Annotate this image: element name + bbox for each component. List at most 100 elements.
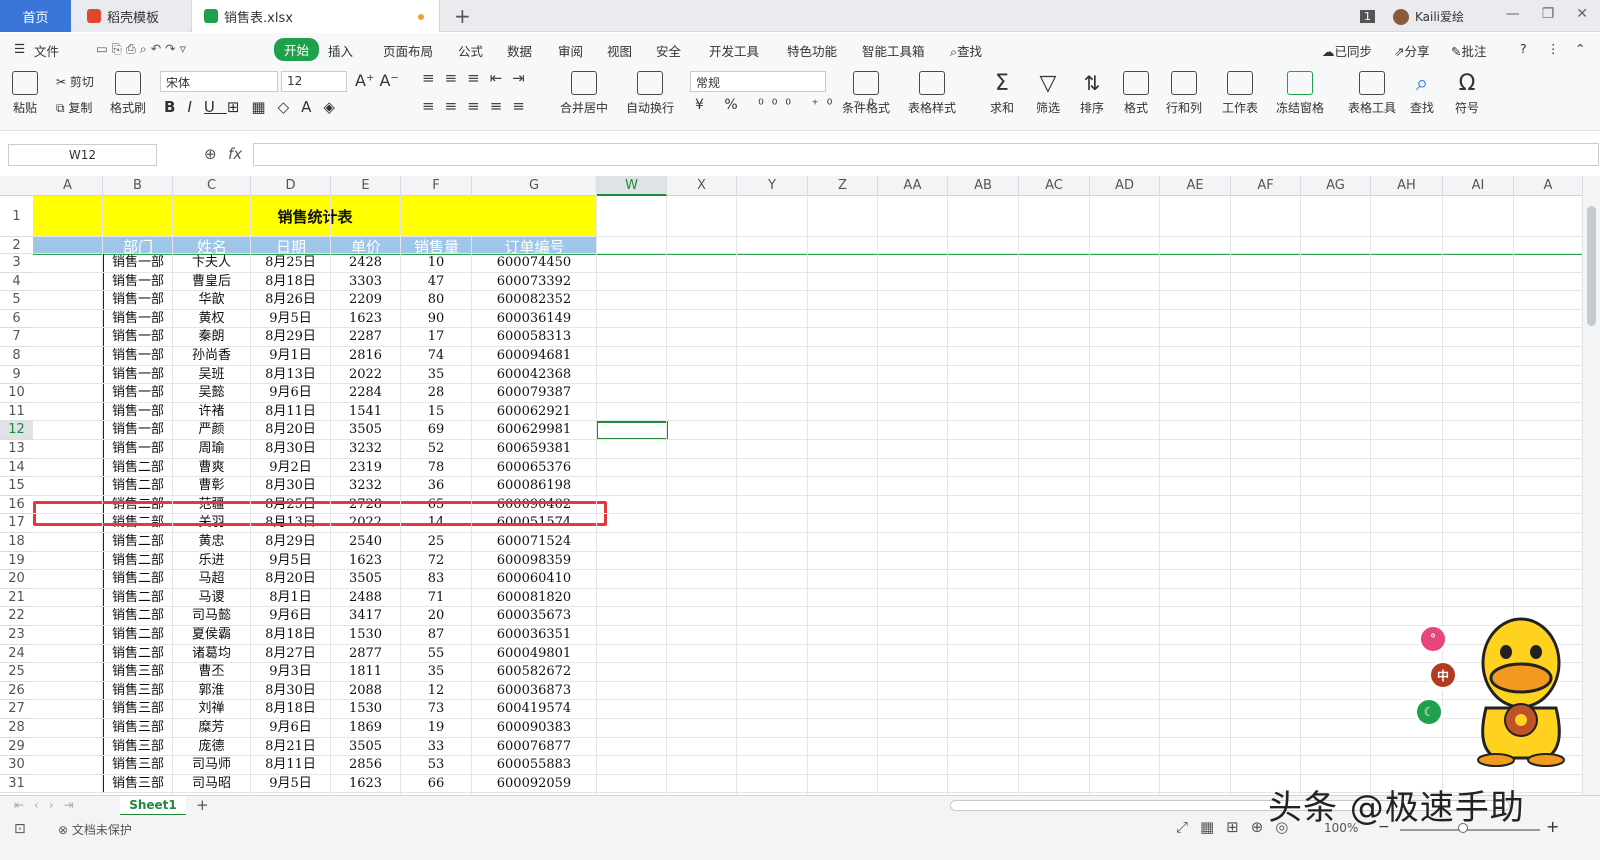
table-cell[interactable]: 8月18日 (251, 626, 331, 645)
filter-button[interactable]: ▽ 筛选 (1036, 71, 1060, 116)
row-header[interactable]: 6 (0, 310, 33, 329)
table-cell[interactable]: 9月1日 (251, 347, 331, 366)
font-size-select[interactable]: 12 (281, 71, 347, 92)
table-cell[interactable]: 1530 (331, 700, 401, 719)
column-header[interactable]: D (251, 176, 331, 196)
table-cell[interactable]: 80 (401, 291, 472, 310)
column-header[interactable]: Z (808, 176, 878, 196)
protect-status[interactable]: ⊗ 文档未保护 (58, 821, 132, 838)
close-icon[interactable]: ✕ (1576, 6, 1588, 22)
table-cell[interactable]: 600082352 (472, 291, 597, 310)
table-cell[interactable]: 乐进 (173, 551, 251, 571)
table-cell[interactable]: 郭淮 (173, 681, 251, 701)
zoom-slider[interactable] (1400, 829, 1540, 831)
table-cell[interactable]: 严颜 (173, 421, 251, 440)
table-cell[interactable]: 销售二部 (103, 570, 173, 589)
table-cell[interactable]: 销售一部 (103, 291, 173, 310)
table-cell[interactable]: 3505 (331, 421, 401, 440)
vertical-scroll-thumb[interactable] (1587, 206, 1596, 326)
table-cell[interactable]: 2428 (331, 254, 401, 273)
column-header[interactable]: AC (1019, 176, 1090, 196)
table-cell[interactable]: 销售二部 (103, 477, 173, 496)
table-cell[interactable]: 66 (401, 774, 472, 794)
name-box[interactable]: W12 (8, 144, 157, 166)
tab-template[interactable]: 稻壳模板 (73, 0, 189, 32)
collapse-icon[interactable]: ⌃ (1575, 41, 1585, 56)
row-header[interactable]: 15 (0, 477, 33, 496)
merge-center-button[interactable]: 合并居中 (560, 71, 608, 116)
table-cell[interactable]: 刘禅 (173, 700, 251, 719)
table-cell[interactable]: 78 (401, 458, 472, 478)
table-cell[interactable]: 2856 (331, 756, 401, 775)
freeze-panes-button[interactable]: 冻结窗格 (1276, 71, 1324, 116)
sort-button[interactable]: ⇅ 排序 (1080, 71, 1104, 116)
table-cell[interactable]: 销售一部 (103, 402, 173, 422)
table-cell[interactable]: 52 (401, 440, 472, 459)
table-cell[interactable]: 69 (401, 421, 472, 440)
table-cell[interactable]: 销售二部 (103, 588, 173, 608)
new-tab-icon[interactable]: + (454, 4, 471, 28)
format-button[interactable]: 格式 (1123, 71, 1149, 116)
table-cell[interactable]: 17 (401, 328, 472, 347)
table-cell[interactable]: 周瑜 (173, 440, 251, 459)
copy-button[interactable]: ⧉ 复制 (56, 99, 92, 116)
column-header[interactable]: AE (1160, 176, 1231, 196)
table-cell[interactable]: 1530 (331, 626, 401, 645)
user-name[interactable]: Kaili爱绘 (1415, 8, 1464, 25)
hamburger-icon[interactable]: ☰ (14, 41, 25, 56)
menu-view[interactable]: 视图 (607, 41, 632, 60)
table-cell[interactable]: 1623 (331, 774, 401, 794)
menu-start[interactable]: 开始 (274, 38, 320, 61)
row-header[interactable]: 22 (0, 607, 33, 626)
table-cell[interactable]: 诸葛均 (173, 644, 251, 664)
table-cell[interactable]: 秦朗 (173, 328, 251, 347)
column-header[interactable]: AA (878, 176, 948, 196)
table-cell[interactable]: 9月6日 (251, 719, 331, 738)
table-cell[interactable]: 90 (401, 309, 472, 329)
table-cell[interactable]: 销售一部 (103, 384, 173, 403)
table-cell[interactable]: 600055883 (472, 756, 597, 775)
table-cell[interactable]: 9月5日 (251, 774, 331, 794)
table-cell[interactable]: 8月29日 (251, 533, 331, 552)
table-cell[interactable]: 华歆 (173, 291, 251, 310)
minimize-icon[interactable]: — (1506, 6, 1520, 22)
table-cell[interactable]: 9月3日 (251, 663, 331, 682)
table-cell[interactable]: 曹皇后 (173, 272, 251, 292)
table-cell[interactable]: 销售二部 (103, 644, 173, 664)
zoom-formula-icon[interactable]: ⊕ (204, 145, 217, 163)
worksheet-button[interactable]: 工作表 (1222, 71, 1258, 116)
table-cell[interactable]: 8月18日 (251, 272, 331, 292)
table-cell[interactable]: 8月30日 (251, 681, 331, 701)
table-cell[interactable]: 销售三部 (103, 756, 173, 775)
row-header[interactable]: 24 (0, 645, 33, 664)
table-cell[interactable]: 600419574 (472, 700, 597, 719)
table-cell[interactable]: 销售一部 (103, 365, 173, 385)
table-cell[interactable]: 600629981 (472, 421, 597, 440)
table-cell[interactable]: 吴懿 (173, 384, 251, 403)
paste-button[interactable]: 粘贴 (12, 71, 38, 116)
table-cell[interactable]: 12 (401, 681, 472, 701)
menu-smart-toolbox[interactable]: 智能工具箱 (862, 41, 925, 60)
column-header[interactable]: X (667, 176, 737, 196)
table-cell[interactable]: 600036351 (472, 626, 597, 645)
table-cell[interactable]: 33 (401, 737, 472, 757)
table-cell[interactable]: 9月2日 (251, 458, 331, 478)
table-cell[interactable]: 35 (401, 663, 472, 682)
table-cell[interactable]: 600062921 (472, 402, 597, 422)
table-cell[interactable]: 2540 (331, 533, 401, 552)
row-header[interactable]: 20 (0, 570, 33, 589)
table-cell[interactable]: 600073392 (472, 272, 597, 292)
column-header[interactable]: A (33, 176, 103, 196)
table-cell[interactable]: 许褚 (173, 402, 251, 422)
table-cell[interactable]: 2488 (331, 588, 401, 608)
row-header[interactable]: 19 (0, 552, 33, 571)
table-cell[interactable]: 600659381 (472, 440, 597, 459)
menu-formula[interactable]: 公式 (458, 41, 483, 60)
table-cell[interactable]: 74 (401, 347, 472, 366)
table-cell[interactable]: 25 (401, 533, 472, 552)
table-cell[interactable]: 销售三部 (103, 737, 173, 757)
table-cell[interactable]: 销售一部 (103, 347, 173, 366)
table-cell[interactable]: 销售一部 (103, 309, 173, 329)
table-cell[interactable]: 3505 (331, 570, 401, 589)
table-cell[interactable]: 8月25日 (251, 254, 331, 273)
